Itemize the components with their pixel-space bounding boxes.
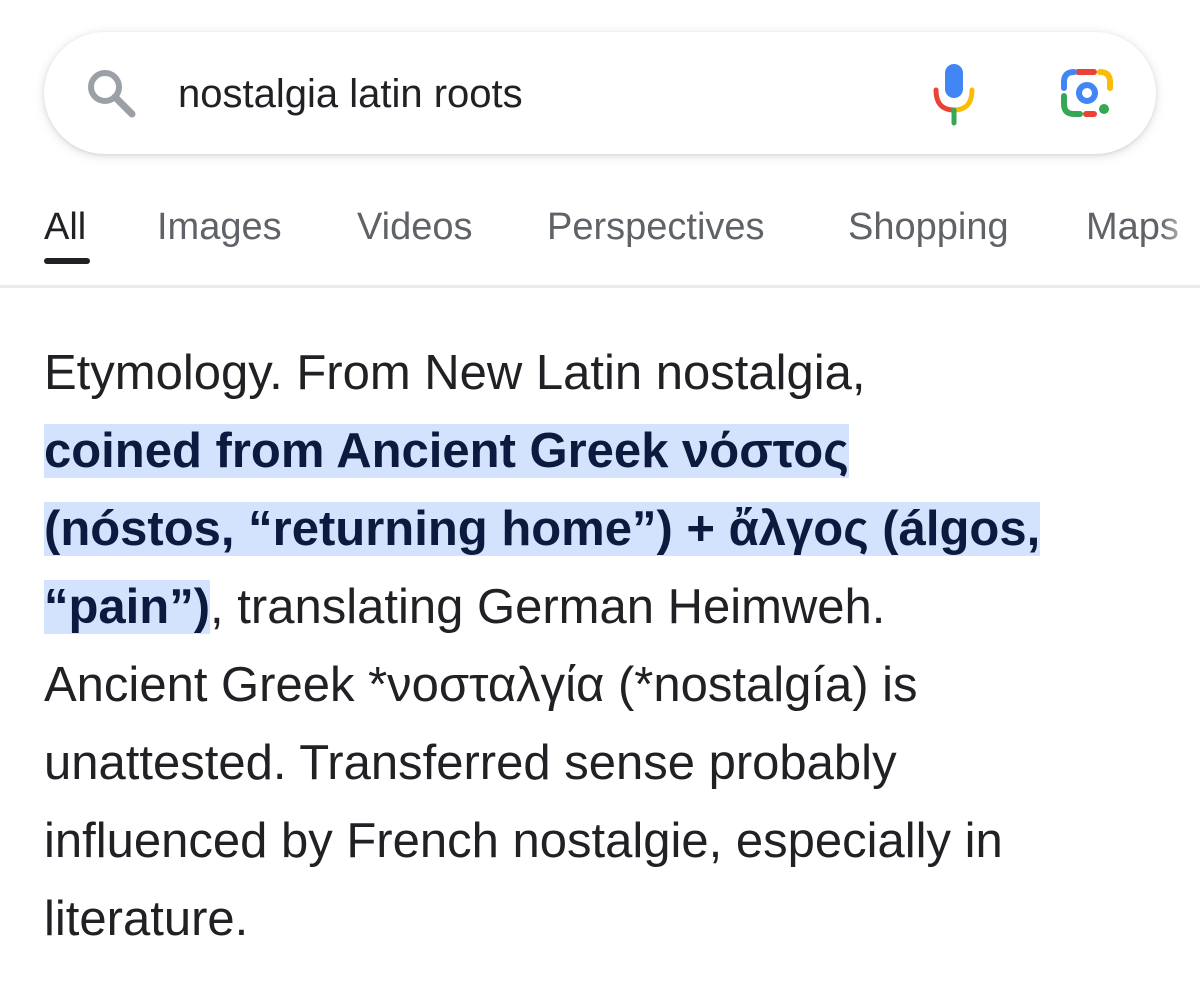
highlighted-text: “pain”) bbox=[44, 580, 211, 634]
mic-icon[interactable] bbox=[930, 60, 978, 126]
snippet-text: , translating German Heimweh. bbox=[210, 580, 886, 634]
snippet-line: literature. bbox=[44, 892, 249, 946]
snippet-line: (nóstos, “returning home”) + ἄλγος (álgo… bbox=[44, 490, 1174, 568]
etymology-snippet: Etymology. From New Latin nostalgia, coi… bbox=[44, 334, 1174, 958]
tab-videos[interactable]: Videos bbox=[357, 204, 473, 250]
highlighted-text: coined from Ancient Greek νόστος bbox=[44, 424, 849, 478]
tab-perspectives[interactable]: Perspectives bbox=[547, 204, 765, 250]
tabs-fade bbox=[1160, 186, 1200, 282]
lens-icon[interactable] bbox=[1058, 66, 1116, 120]
snippet-line: influenced by French nostalgie, especial… bbox=[44, 814, 1003, 868]
tab-all[interactable]: All bbox=[44, 204, 86, 250]
highlighted-text: (nóstos, “returning home”) + ἄλγος (álgo… bbox=[44, 502, 1041, 556]
snippet-line: coined from Ancient Greek νόστος bbox=[44, 412, 1174, 490]
search-input[interactable]: nostalgia latin roots bbox=[178, 70, 523, 118]
snippet-line: “pain”), translating German Heimweh. bbox=[44, 568, 1174, 646]
search-results-page: nostalgia latin roots All Images Videos … bbox=[0, 0, 1200, 986]
snippet-line: Etymology. From New Latin nostalgia, bbox=[44, 346, 866, 400]
active-tab-indicator bbox=[44, 258, 90, 264]
tab-shopping[interactable]: Shopping bbox=[848, 204, 1009, 250]
snippet-line: Ancient Greek *νοσταλγία (*nostalgía) is bbox=[44, 658, 918, 712]
snippet-line: unattested. Transferred sense probably bbox=[44, 736, 897, 790]
search-icon[interactable] bbox=[84, 66, 138, 120]
tab-images[interactable]: Images bbox=[157, 204, 282, 250]
